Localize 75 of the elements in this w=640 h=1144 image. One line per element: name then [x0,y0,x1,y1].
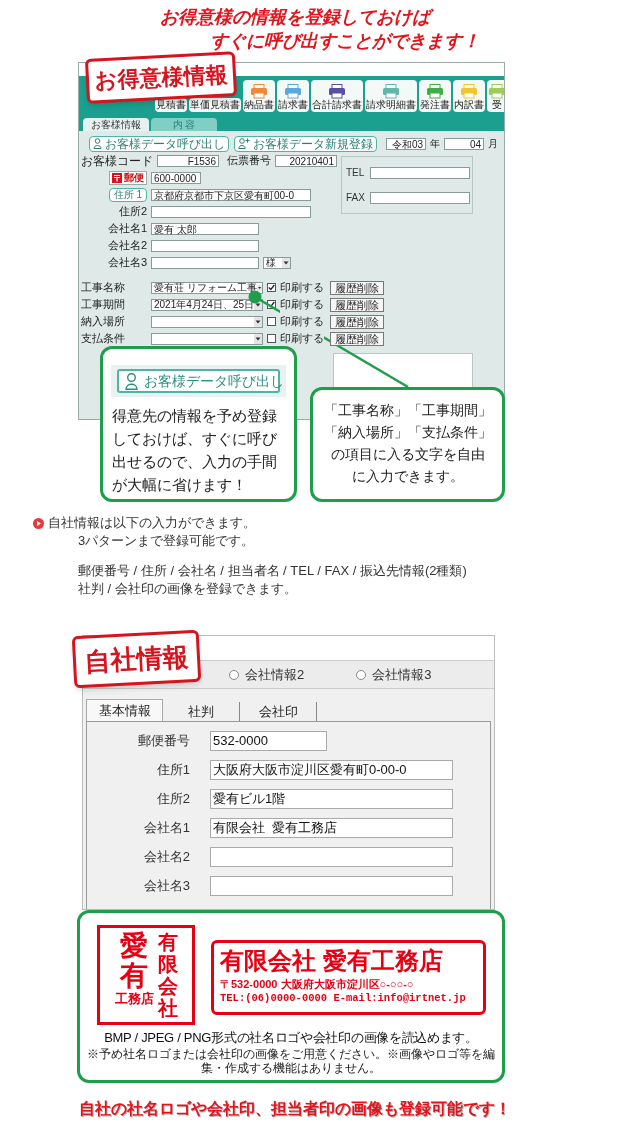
field-label: 郵便番号 [137,731,190,750]
toolbar-button[interactable]: 納品書 [243,80,275,112]
input-field[interactable]: F1536 [157,154,219,167]
postal-button[interactable]: 郵便 [109,170,147,185]
delete-history-button[interactable]: 履歴削除 [330,280,384,295]
combo-box[interactable]: 愛有荘 リフォーム工事 [151,281,263,294]
input-field[interactable]: 令和03 [386,137,426,150]
action-button[interactable]: お客様データ新規登録 [234,135,377,152]
toolbar-button[interactable]: 単価見積書 [189,98,241,112]
field-label: 会社名2 [107,238,147,254]
logo-name: 有限会社 愛有工務店 [220,946,444,976]
field-label: 会社名2 [142,847,190,866]
action-button[interactable]: お客様データ呼び出し [89,135,229,152]
unit-label: 年 [430,137,440,151]
toolbar-button[interactable]: 受 [487,80,504,112]
seal-text: 工務店 [114,991,154,1007]
logo-address: 〒532-0000 大阪府大阪市淀川区○-○○-○ [220,977,415,991]
field-label: お客様コード [81,152,153,170]
logo-contact: TEL:(06)0000-0000 E-mail:info@irtnet.jp [220,991,467,1005]
toolbar-button[interactable]: 内訳書 [453,80,485,112]
input-field[interactable]: 600-0000 [151,171,201,184]
input-field[interactable]: 愛有 太郎 [151,222,259,235]
headline: お得意様の情報を登録しておけば [160,5,640,29]
field-label: 納入場所 [81,314,126,330]
tab[interactable]: お客様情報 [83,118,149,131]
field-label: FAX [346,191,364,205]
input-field[interactable]: 04 [444,137,484,150]
seal-text: 愛有 [120,931,148,991]
field-label: 工事期間 [81,297,126,313]
radio-label: 会社情報3 [372,665,432,684]
notice-text: 自社情報は以下の入力ができます。 [48,514,256,532]
notice-text: 郵便番号 / 住所 / 会社名 / 担当者名 / TEL / FAX / 振込先情報(2種類) [78,562,468,580]
headline: すぐに呼び出すことができます！ [210,30,481,53]
footer-headline: 自社の社名ロゴや会社印、担当者印の画像も登録可能です！ [78,1099,512,1119]
toolbar-button[interactable]: 請求明細書 [365,80,417,112]
radio-label: 会社情報2 [245,665,305,684]
field-label: 住所2 [118,204,147,220]
title-badge: 自社情報 [71,629,202,689]
delete-history-button[interactable]: 履歴削除 [330,297,384,312]
checkbox-label: 印刷する [280,330,324,347]
input-field[interactable]: 大阪府大阪市淀川区愛有町0-00-0 [210,759,453,780]
checkbox-label: 印刷する [280,296,324,313]
input-field[interactable]: 20210401 [275,154,337,167]
notice-text: 3パターンまで登録可能です。 [78,532,256,550]
note-text: ※予め社名ロゴまたは会社印の画像をご用意ください。※画像やロゴ等を編集・作成する機能はありません。 [86,1047,496,1075]
delete-history-button[interactable]: 履歴削除 [330,314,384,329]
input-field[interactable]: 532-0000 [210,730,327,751]
input-field[interactable]: 愛有ビル1階 [210,788,453,809]
field-label: 会社名3 [107,255,147,271]
seal-text: 有限会社 [157,931,178,1019]
address-button[interactable]: 住所 1 [108,187,147,202]
unit-label: 月 [488,137,498,151]
field-label: 住所2 [155,789,190,808]
input-field[interactable]: 京都府京都市下京区愛有町00-0 [151,188,311,201]
field-label: 会社名3 [142,876,190,895]
delete-history-button[interactable]: 履歴削除 [330,331,384,346]
toolbar-button[interactable]: 請求書 [277,80,309,112]
field-label: 会社名1 [107,221,147,237]
checkbox-label: 印刷する [280,279,324,296]
field-label: 伝票番号 [227,153,271,169]
tab[interactable]: 基本情報 [86,699,163,721]
callout-text: 「工事名称」「工事期間」 「納入場所」「支払条件」 の項目に入る文字を自由 に入力できます。 [322,401,493,486]
field-label: 支払条件 [81,331,126,347]
field-label: TEL [346,166,364,180]
checkbox-label: 印刷する [280,313,324,330]
field-label: 会社名1 [142,818,190,837]
callout-text: 得意先の情報を予め登録 しておけば、すぐに呼び 出せるので、入力の手間 が大幅に省けます！ [111,406,278,495]
caption-text: BMP / JPEG / PNG形式の社名ロゴや会社印の画像を読込めます。 [103,1029,479,1047]
field-label: 住所1 [155,760,190,779]
dropdown[interactable]: 様 [263,256,291,269]
field-label: 工事名称 [81,280,126,296]
input-field[interactable]: 有限会社 愛有工務店 [210,817,453,838]
toolbar-button[interactable]: 合計請求書 [311,80,363,112]
toolbar-button[interactable]: 発注書 [419,80,451,112]
notice-text: 社判 / 会社印の画像を登録できます。 [78,580,298,598]
